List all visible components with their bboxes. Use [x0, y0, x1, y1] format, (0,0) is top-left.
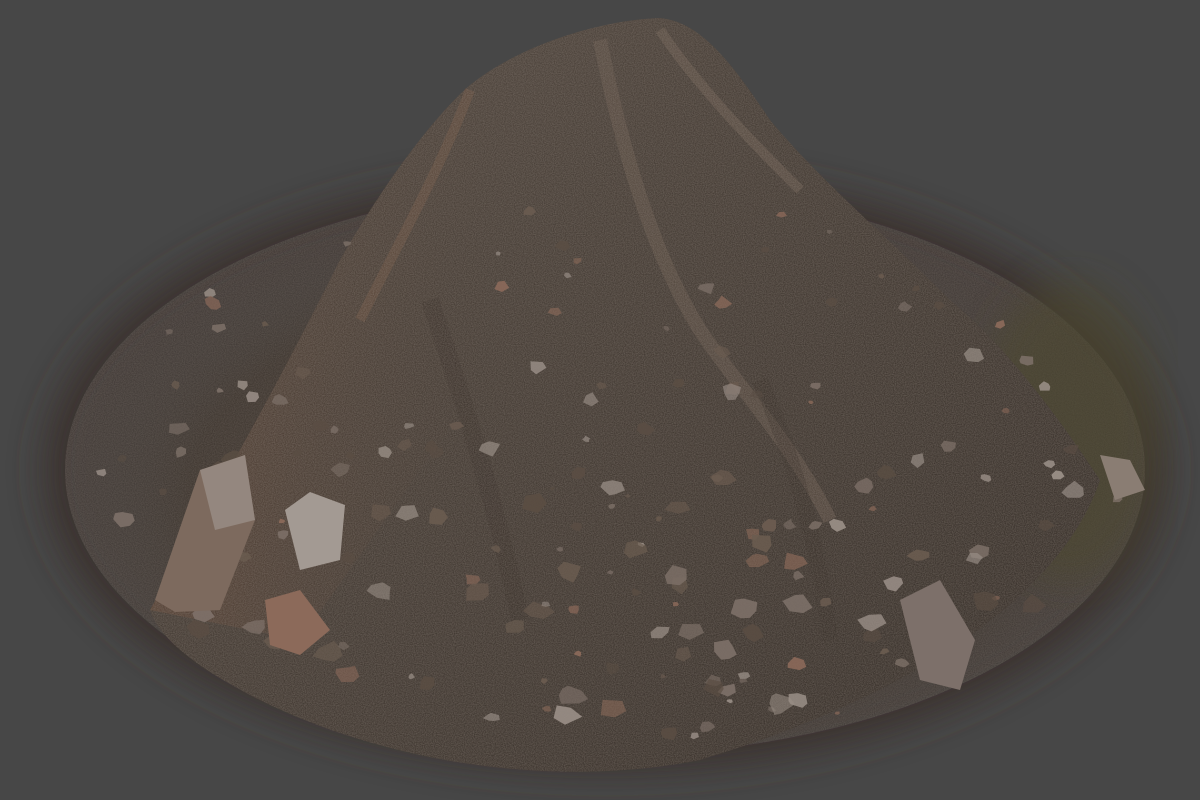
dirt-mound-image	[45, 18, 1165, 772]
scene-canvas	[0, 0, 1200, 800]
